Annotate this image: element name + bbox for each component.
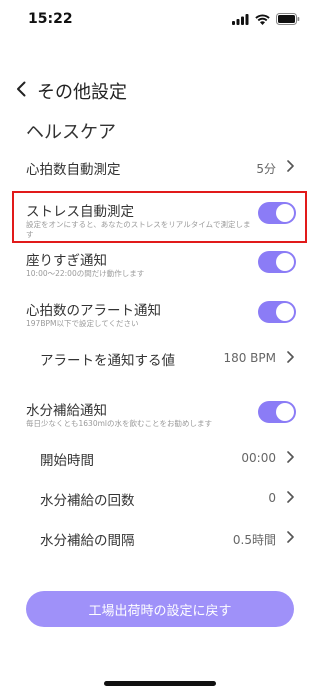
alert-value-row[interactable]: アラートを通知する値 180 BPM xyxy=(0,343,320,373)
status-icons xyxy=(232,13,300,25)
chevron-right-icon xyxy=(284,490,296,504)
alert-value-value: 180 BPM xyxy=(223,351,276,365)
auto-stress-row: ストレス自動測定 設定をオンにすると、あなたのストレスをリアルタイムで測定します xyxy=(0,195,320,241)
auto-heart-rate-row[interactable]: 心拍数自動測定 5分 xyxy=(0,152,320,182)
home-indicator xyxy=(104,681,216,686)
hydration-label: 水分補給通知 xyxy=(26,403,107,419)
auto-stress-toggle[interactable] xyxy=(258,202,296,224)
battery-icon xyxy=(276,13,300,25)
auto-stress-label: ストレス自動測定 xyxy=(26,204,134,220)
back-button[interactable] xyxy=(10,77,32,101)
hydration-toggle[interactable] xyxy=(258,401,296,423)
start-time-label: 開始時間 xyxy=(40,453,94,469)
status-time: 15:22 xyxy=(28,11,73,27)
heart-alert-description: 197BPM以下で設定してください xyxy=(26,319,139,328)
hydration-row: 水分補給通知 毎日少なくとも1630mlの水を飲むことをお勧めします xyxy=(0,397,320,431)
toggle-knob xyxy=(276,403,294,421)
hydration-count-label: 水分補給の回数 xyxy=(40,493,135,509)
chevron-right-icon xyxy=(284,350,296,364)
hydration-interval-row[interactable]: 水分補給の間隔 0.5時間 xyxy=(0,523,320,553)
hydration-interval-value: 0.5時間 xyxy=(232,533,276,547)
toggle-knob xyxy=(276,303,294,321)
heart-alert-label: 心拍数のアラート通知 xyxy=(26,303,161,319)
sedentary-toggle[interactable] xyxy=(258,251,296,273)
chevron-right-icon xyxy=(284,450,296,464)
reset-button[interactable]: 工場出荷時の設定に戻す xyxy=(26,591,294,627)
page-title: その他設定 xyxy=(37,82,127,103)
sedentary-label: 座りすぎ通知 xyxy=(26,253,107,269)
wifi-icon xyxy=(255,14,270,25)
nav-bar: その他設定 xyxy=(0,72,320,106)
hydration-count-row[interactable]: 水分補給の回数 0 xyxy=(0,483,320,513)
heart-alert-toggle[interactable] xyxy=(258,301,296,323)
start-time-row[interactable]: 開始時間 00:00 xyxy=(0,443,320,473)
section-title: ヘルスケア xyxy=(26,122,116,143)
hydration-count-value: 0 xyxy=(268,491,276,505)
alert-value-label: アラートを通知する値 xyxy=(40,353,175,369)
signal-icon xyxy=(232,13,249,25)
toggle-knob xyxy=(276,253,294,271)
heart-alert-row: 心拍数のアラート通知 197BPM以下で設定してください xyxy=(0,297,320,331)
sedentary-row: 座りすぎ通知 10:00～22:00の間だけ動作します xyxy=(0,248,320,282)
auto-heart-rate-label: 心拍数自動測定 xyxy=(26,162,121,178)
auto-stress-description: 設定をオンにすると、あなたのストレスをリアルタイムで測定します xyxy=(26,220,251,239)
hydration-description: 毎日少なくとも1630mlの水を飲むことをお勧めします xyxy=(26,419,212,428)
hydration-interval-label: 水分補給の間隔 xyxy=(40,533,135,549)
start-time-value: 00:00 xyxy=(241,451,276,465)
sedentary-description: 10:00～22:00の間だけ動作します xyxy=(26,269,145,278)
toggle-knob xyxy=(276,204,294,222)
chevron-right-icon xyxy=(284,530,296,544)
auto-heart-rate-value: 5分 xyxy=(256,162,276,176)
status-bar: 15:22 xyxy=(0,0,320,40)
chevron-right-icon xyxy=(284,159,296,173)
chevron-left-icon xyxy=(17,81,26,97)
